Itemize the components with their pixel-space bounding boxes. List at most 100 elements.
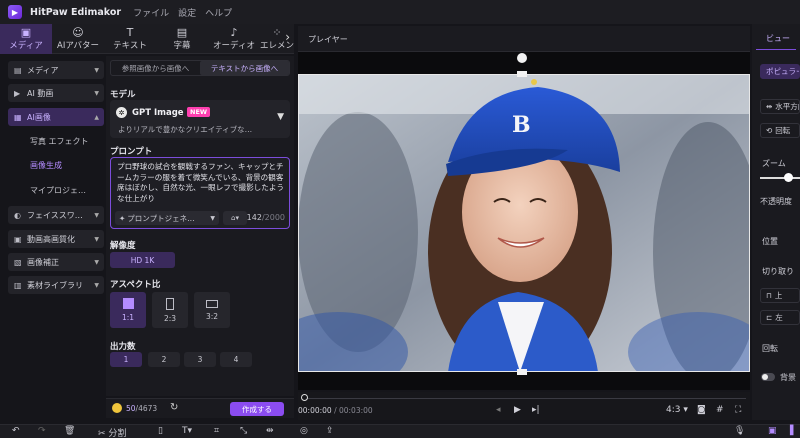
clip-icon[interactable]: ▯ — [158, 426, 163, 436]
tab-audio[interactable]: ♪ オーディオ — [208, 24, 260, 54]
prompt-generator-label: プロンプトジェネ… — [127, 213, 195, 223]
model-name: GPT Image 2 — [132, 108, 193, 118]
tab-media[interactable]: ▣ メディア — [0, 24, 52, 54]
prompt-textarea[interactable]: プロ野球の試合を観戦するファン、キャップとチームカラーの服を着て微笑んでいる、背… — [110, 157, 290, 229]
prompt-tag-button[interactable]: ⌂▾ — [223, 211, 247, 225]
resolution-label: 解像度 — [110, 241, 136, 251]
delete-icon[interactable]: 🗑 — [64, 426, 75, 436]
chevron-right-icon[interactable]: › — [285, 30, 290, 44]
tab-subtitle[interactable]: ▤ 字幕 — [156, 24, 208, 54]
model-selector[interactable]: ✲ GPT Image 2 NEW よりリアルで豊かなクリエイティブな… ▼ — [110, 100, 290, 138]
more-icon[interactable]: ▌ — [790, 426, 797, 436]
sidebar-item-image-enhance[interactable]: ▧ 画像補正 ▼ — [8, 253, 104, 271]
tab-text[interactable]: T テキスト — [104, 24, 156, 54]
play-icon[interactable]: ▶ — [514, 405, 521, 415]
next-frame-icon[interactable]: ▸| — [532, 405, 540, 415]
sidebar: ▤ メディア ▼ ▶ AI 動画 ▼ ▦ AI画像 ▲ 写真 エフェクト 画像生… — [4, 56, 104, 396]
tab-image-to-image[interactable]: 参照画像から画像へ — [111, 61, 200, 75]
timeline-scrubber[interactable] — [298, 392, 750, 404]
tab-text-to-image[interactable]: テキストから画像へ — [200, 61, 289, 75]
tab-label: オーディオ — [213, 41, 255, 51]
tab-ai-avatar[interactable]: ☺ AIアバター — [52, 24, 104, 54]
ai-image-icon: ▦ — [14, 112, 22, 122]
fullscreen-icon[interactable]: ⛶ — [735, 405, 741, 415]
background-toggle[interactable] — [761, 373, 775, 381]
aspect-1-1[interactable]: 1:1 — [110, 292, 146, 328]
create-button[interactable]: 作成する — [230, 402, 284, 416]
sidebar-sub-my-project[interactable]: マイプロジェ… — [30, 185, 86, 196]
redo-icon[interactable]: ↷ — [38, 426, 46, 436]
square-icon — [122, 298, 134, 309]
rotation-label: 回転 — [762, 344, 778, 353]
media-icon: ▣ — [20, 26, 32, 39]
sidebar-item-ai-video[interactable]: ▶ AI 動画 ▼ — [8, 84, 104, 102]
player-viewport: B — [268, 52, 768, 392]
sidebar-item-label: 動画高画質化 — [27, 234, 75, 244]
category-tabs: ▣ メディア ☺ AIアバター T テキスト ▤ 字幕 ♪ オーディオ ⁘ エレ… — [0, 24, 294, 54]
bottom-toolbar: ↶ ↷ 🗑 ✂ 分割 ▯ T▾ ⌗ ⤡ ⇹ ◎ ⇪ 🎙 ▣ ▌ — [0, 424, 800, 438]
crop-icon[interactable]: ⌗ — [214, 426, 219, 436]
crop-label: 切り取り — [762, 267, 794, 276]
scrub-handle[interactable] — [301, 394, 308, 401]
grid-icon[interactable]: # — [716, 405, 724, 415]
tab-view[interactable]: ビュー — [756, 28, 796, 50]
popular-style-button[interactable]: ポピュラー — [760, 64, 800, 79]
avatar-icon: ☺ — [72, 26, 84, 39]
chevron-down-icon: ▼ — [94, 211, 99, 219]
text-tool-icon[interactable]: T▾ — [182, 426, 192, 436]
output-count-1[interactable]: 1 — [110, 352, 142, 367]
sidebar-item-library[interactable]: ▥ 素材ライブラリ ▼ — [8, 276, 104, 294]
aspect-ratio-dropdown[interactable]: 4:3 ▾ — [666, 405, 688, 415]
chevron-down-icon: ▼ — [210, 214, 215, 222]
prev-frame-icon[interactable]: ◂ — [496, 405, 501, 415]
sidebar-item-ai-image[interactable]: ▦ AI画像 ▲ — [8, 108, 104, 126]
microphone-icon[interactable]: 🎙 — [734, 426, 745, 436]
split-button[interactable]: ✂ 分割 — [98, 426, 126, 438]
scrub-track[interactable] — [306, 398, 746, 399]
resolution-option[interactable]: HD 1K — [110, 252, 175, 268]
position-label: 位置 — [762, 237, 778, 246]
output-count-label: 出力数 — [110, 342, 136, 352]
prompt-generator-dropdown[interactable]: ✦ プロンプトジェネ… ▼ — [115, 211, 219, 225]
menu-file[interactable]: ファイル — [133, 6, 169, 19]
background-label: 背景 — [780, 373, 796, 382]
text-icon: T — [126, 26, 134, 39]
sidebar-item-upscale[interactable]: ▣ 動画高画質化 ▼ — [8, 230, 104, 248]
menu-help[interactable]: ヘルプ — [205, 6, 232, 19]
generate-bar: 50/4673 ↻ 作成する — [106, 398, 294, 418]
sidebar-item-face-swap[interactable]: ◐ フェイススワ… ▼ — [8, 206, 104, 224]
prompt-text[interactable]: プロ野球の試合を観戦するファン、キャップとチームカラーの服を着て微笑んでいる、背… — [117, 162, 285, 205]
target-icon[interactable]: ◎ — [300, 426, 308, 436]
chevron-down-icon: ▼ — [94, 281, 99, 289]
aspect-label: 1:1 — [121, 313, 135, 322]
rotate-button[interactable]: ⟲ 回転 — [760, 123, 800, 138]
sidebar-sub-photo-effect[interactable]: 写真 エフェクト — [30, 136, 89, 147]
resize-icon[interactable]: ⤡ — [240, 426, 247, 436]
sidebar-item-media[interactable]: ▤ メディア ▼ — [8, 61, 104, 79]
export-icon[interactable]: ⇪ — [326, 426, 334, 436]
model-label: モデル — [110, 90, 136, 100]
undo-icon[interactable]: ↶ — [12, 426, 20, 436]
generation-panel: 参照画像から画像へ テキストから画像へ モデル ✲ GPT Image 2 NE… — [106, 56, 294, 396]
mirror-icon[interactable]: ⇹ — [266, 426, 274, 436]
screen-record-icon[interactable]: ▣ — [768, 426, 777, 436]
output-count-4[interactable]: 4 — [220, 352, 252, 367]
snapshot-icon[interactable]: ◙ — [697, 405, 706, 415]
aspect-2-3[interactable]: 2:3 — [152, 292, 188, 328]
svg-text:B: B — [512, 112, 531, 138]
crop-left-field[interactable]: ⊏ 左 — [760, 310, 800, 325]
tab-label: AIアバター — [57, 41, 99, 51]
zoom-slider-handle[interactable] — [784, 173, 793, 182]
aspect-3-2[interactable]: 3:2 — [194, 292, 230, 328]
flip-horizontal-button[interactable]: ⇹水平方向 — [760, 99, 800, 114]
refresh-icon[interactable]: ↻ — [170, 402, 178, 413]
zoom-slider-track[interactable] — [760, 177, 800, 179]
menu-settings[interactable]: 設定 — [178, 6, 196, 19]
crop-top-field[interactable]: ⊓ 上 — [760, 288, 800, 303]
sidebar-sub-image-gen[interactable]: 画像生成 — [30, 160, 62, 171]
output-count-2[interactable]: 2 — [148, 352, 180, 367]
output-count-3[interactable]: 3 — [184, 352, 216, 367]
upscale-icon: ▣ — [14, 234, 22, 244]
preview-image[interactable]: B — [268, 52, 768, 392]
portrait-icon — [166, 297, 174, 310]
